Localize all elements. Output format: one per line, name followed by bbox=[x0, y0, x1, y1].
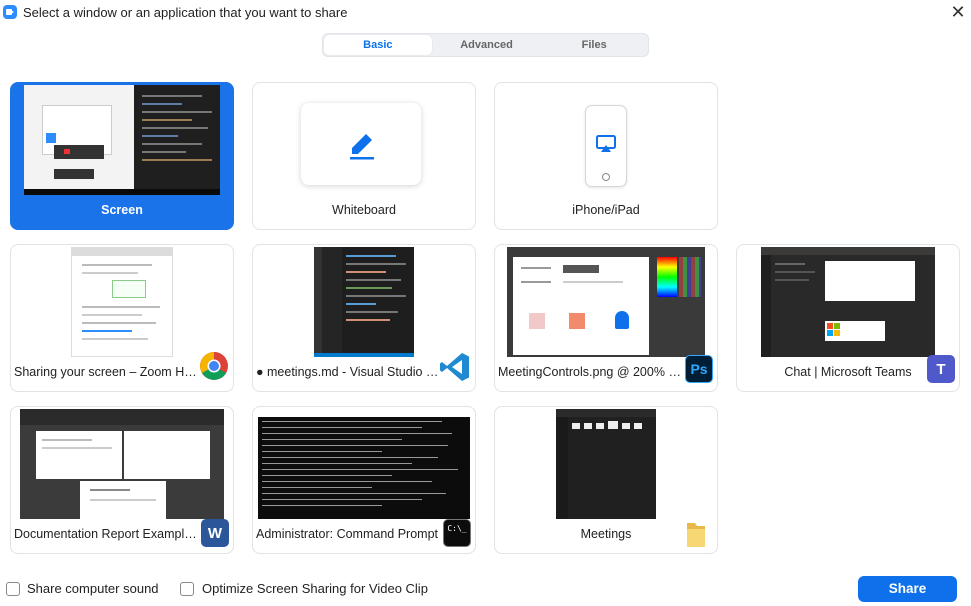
photoshop-icon: Ps bbox=[685, 355, 713, 383]
vscode-icon bbox=[440, 353, 469, 381]
title-bar: Select a window or an application that y… bbox=[0, 0, 971, 26]
share-tabs: Basic Advanced Files bbox=[322, 33, 649, 57]
tab-files[interactable]: Files bbox=[540, 34, 648, 56]
share-card-folder[interactable]: Meetings bbox=[494, 406, 718, 554]
share-card-cmd[interactable]: Administrator: Command Prompt C:\_ bbox=[252, 406, 476, 554]
share-sound-checkbox[interactable] bbox=[6, 582, 20, 596]
share-card-label: Administrator: Command Prompt bbox=[256, 527, 439, 541]
share-card-label: Screen bbox=[101, 203, 143, 217]
photoshop-window-thumbnail bbox=[507, 247, 705, 357]
airplay-icon bbox=[596, 135, 616, 152]
word-icon: W bbox=[201, 519, 229, 547]
share-card-label: Meetings bbox=[580, 527, 632, 541]
share-card-vscode[interactable]: ● meetings.md - Visual Studio Code bbox=[252, 244, 476, 392]
chrome-icon bbox=[200, 352, 228, 380]
close-icon[interactable]: ✕ bbox=[948, 2, 968, 22]
pencil-icon bbox=[350, 134, 374, 160]
zoom-app-icon bbox=[3, 5, 17, 19]
share-card-label: Whiteboard bbox=[332, 203, 396, 217]
word-window-thumbnail bbox=[20, 409, 224, 519]
teams-window-thumbnail bbox=[761, 247, 935, 357]
share-card-label: MeetingControls.png @ 200% (Layer 1, RGB… bbox=[498, 365, 717, 379]
share-card-label: Chat | Microsoft Teams bbox=[784, 365, 912, 379]
share-card-whiteboard[interactable]: Whiteboard bbox=[252, 82, 476, 230]
optimize-video-label[interactable]: Optimize Screen Sharing for Video Clip bbox=[202, 581, 428, 596]
share-card-label: iPhone/iPad bbox=[572, 203, 640, 217]
share-sound-label[interactable]: Share computer sound bbox=[27, 581, 159, 596]
teams-icon: T bbox=[927, 355, 955, 383]
window-title: Select a window or an application that y… bbox=[23, 5, 348, 20]
screen-thumbnail bbox=[24, 85, 220, 195]
share-options-bar: Share computer sound Optimize Screen Sha… bbox=[0, 574, 971, 604]
share-button[interactable]: Share bbox=[858, 576, 957, 602]
share-card-iphone-ipad[interactable]: iPhone/iPad bbox=[494, 82, 718, 230]
whiteboard-preview bbox=[301, 103, 421, 185]
cmd-window-thumbnail bbox=[258, 409, 470, 519]
folder-icon bbox=[687, 523, 705, 547]
tab-advanced[interactable]: Advanced bbox=[433, 34, 541, 56]
chrome-window-thumbnail bbox=[71, 247, 173, 357]
phone-preview bbox=[585, 105, 627, 187]
share-card-label: Documentation Report Example.docx - Word bbox=[14, 527, 233, 541]
explorer-window-thumbnail bbox=[556, 409, 656, 519]
optimize-video-checkbox[interactable] bbox=[180, 582, 194, 596]
cmd-icon: C:\_ bbox=[443, 519, 471, 547]
home-button bbox=[602, 173, 610, 181]
share-card-screen[interactable]: Screen bbox=[10, 82, 234, 230]
tab-basic[interactable]: Basic bbox=[324, 35, 432, 55]
share-card-teams[interactable]: Chat | Microsoft Teams T bbox=[736, 244, 960, 392]
vscode-window-thumbnail bbox=[314, 247, 414, 357]
share-card-word[interactable]: Documentation Report Example.docx - Word… bbox=[10, 406, 234, 554]
share-card-chrome[interactable]: Sharing your screen – Zoom Help Center -… bbox=[10, 244, 234, 392]
share-card-photoshop[interactable]: MeetingControls.png @ 200% (Layer 1, RGB… bbox=[494, 244, 718, 392]
